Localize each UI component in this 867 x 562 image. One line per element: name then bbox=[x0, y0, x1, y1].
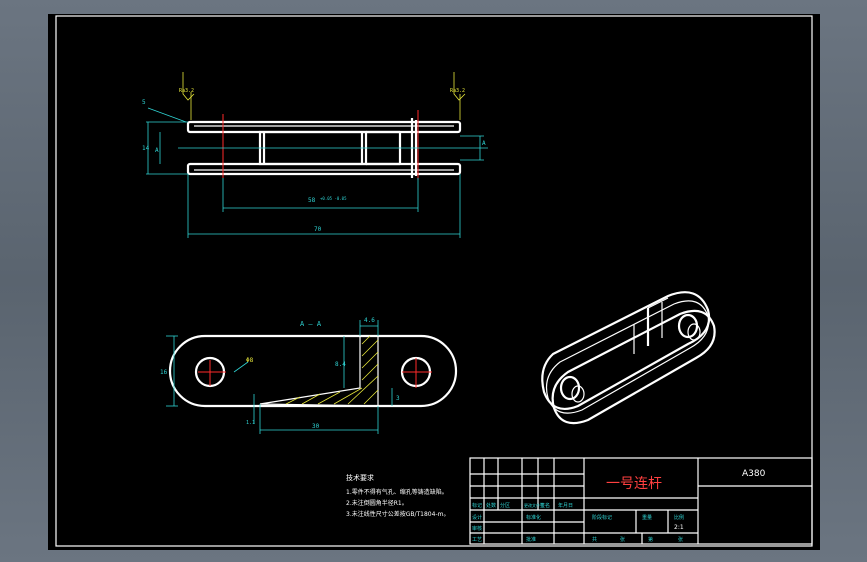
dim-right-small: A bbox=[482, 140, 486, 147]
technical-notes: 技术要求 1.零件不得有气孔、缩孔等铸造缺陷。 2.未注倒圆角半径R1。 3.未… bbox=[346, 473, 449, 518]
label-standardize: 标准化 bbox=[526, 514, 541, 521]
dim-inner-tol: +0.05 -0.05 bbox=[320, 196, 347, 201]
section-view bbox=[166, 320, 458, 434]
label-stage: 阶段标记 bbox=[592, 514, 612, 521]
note-3: 3.未注线性尺寸公差按GB/T1804-m。 bbox=[346, 510, 449, 518]
dim-inner: 58 bbox=[308, 197, 316, 204]
label-review: 审核 bbox=[472, 525, 482, 532]
label-approve: 批准 bbox=[526, 536, 536, 543]
notes-title: 技术要求 bbox=[346, 473, 374, 482]
label-process: 工艺 bbox=[472, 537, 482, 543]
note-1: 1.零件不得有气孔、缩孔等铸造缺陷。 bbox=[346, 488, 448, 496]
label-count: 处数 bbox=[486, 502, 496, 509]
dim-left-small: A bbox=[155, 147, 159, 154]
hole-diameter: Φ8 bbox=[246, 357, 254, 364]
top-view bbox=[146, 72, 488, 238]
label-page-2: 张 bbox=[678, 536, 683, 543]
label-total: 共 bbox=[592, 536, 597, 543]
label-design: 设计 bbox=[472, 514, 482, 521]
isometric-view bbox=[541, 291, 716, 425]
label-ratio: 比例 bbox=[674, 514, 684, 521]
label-zone: 分区 bbox=[500, 502, 510, 509]
label-mark: 标记 bbox=[472, 502, 482, 509]
dim-section-thk: 4.6 bbox=[364, 317, 375, 324]
dim-bottom-small: 1.1 bbox=[246, 420, 255, 426]
label-sheet: 第 bbox=[648, 536, 653, 543]
drawing-canvas[interactable]: 58 +0.05 -0.05 70 14 A A Ra3.2 Ra3.2 5 A… bbox=[48, 14, 820, 550]
callout-left: 5 bbox=[142, 99, 146, 106]
label-sign: 签名 bbox=[540, 502, 550, 509]
roughness-right: Ra3.2 bbox=[450, 88, 465, 94]
cad-drawing: 58 +0.05 -0.05 70 14 A A Ra3.2 Ra3.2 5 A… bbox=[55, 15, 813, 547]
section-label: A — A bbox=[300, 320, 322, 328]
drawing-number: A380 bbox=[742, 469, 766, 479]
part-name: 一号连杆 bbox=[606, 476, 662, 492]
dim-section-w: 30 bbox=[312, 423, 320, 430]
dim-section-h: 8.4 bbox=[335, 361, 346, 368]
roughness-left: Ra3.2 bbox=[179, 88, 194, 94]
label-date: 年月日 bbox=[558, 502, 573, 509]
dim-top-width: 70 bbox=[314, 226, 322, 233]
scale-value: 2:1 bbox=[674, 524, 684, 531]
note-2: 2.未注倒圆角半径R1。 bbox=[346, 499, 408, 507]
label-page-1: 张 bbox=[620, 536, 625, 543]
label-weight: 重量 bbox=[642, 514, 652, 521]
dim-slot: 3 bbox=[396, 395, 400, 402]
dim-section-height: 16 bbox=[160, 369, 168, 376]
dim-height: 14 bbox=[142, 145, 150, 152]
